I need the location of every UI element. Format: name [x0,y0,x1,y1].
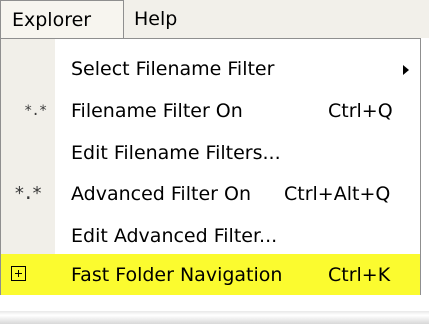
menu-explorer[interactable]: Explorer [0,0,124,38]
background-content-strip [0,295,429,324]
explorer-dropdown-menu: Select Filename Filter *.* Filename Filt… [0,38,421,296]
menu-bar: Explorer Help [0,0,429,38]
advanced-filter-icon: *.* [14,183,42,204]
plus-box-icon [11,266,26,281]
asterisk-filter-icon: *.* [24,103,47,119]
menu-help[interactable]: Help [124,0,194,38]
menu-item-label: Advanced Filter On [71,183,251,205]
menu-item-select-filename-filter[interactable]: Select Filename Filter [1,48,420,90]
menu-item-shortcut: Ctrl+Alt+Q [284,183,391,205]
menu-item-label: Fast Folder Navigation [71,264,283,286]
menu-item-fast-folder-navigation[interactable]: Fast Folder Navigation Ctrl+K [1,254,420,296]
submenu-arrow-icon [403,65,409,75]
menu-item-shortcut: Ctrl+K [328,264,391,286]
menu-item-edit-filename-filters[interactable]: Edit Filename Filters... [1,132,420,174]
menu-help-label: Help [134,8,178,30]
menu-item-edit-advanced-filter[interactable]: Edit Advanced Filter... [1,215,420,257]
menu-item-label: Edit Advanced Filter... [71,225,278,247]
menu-item-label: Filename Filter On [71,100,243,122]
menu-item-label: Edit Filename Filters... [71,142,281,164]
menu-item-shortcut: Ctrl+Q [328,100,393,122]
menu-item-advanced-filter-on[interactable]: *.* Advanced Filter On Ctrl+Alt+Q [1,173,420,215]
menu-item-filename-filter-on[interactable]: *.* Filename Filter On Ctrl+Q [1,90,420,132]
menu-item-label: Select Filename Filter [71,58,275,80]
menu-explorer-label: Explorer [12,9,92,31]
